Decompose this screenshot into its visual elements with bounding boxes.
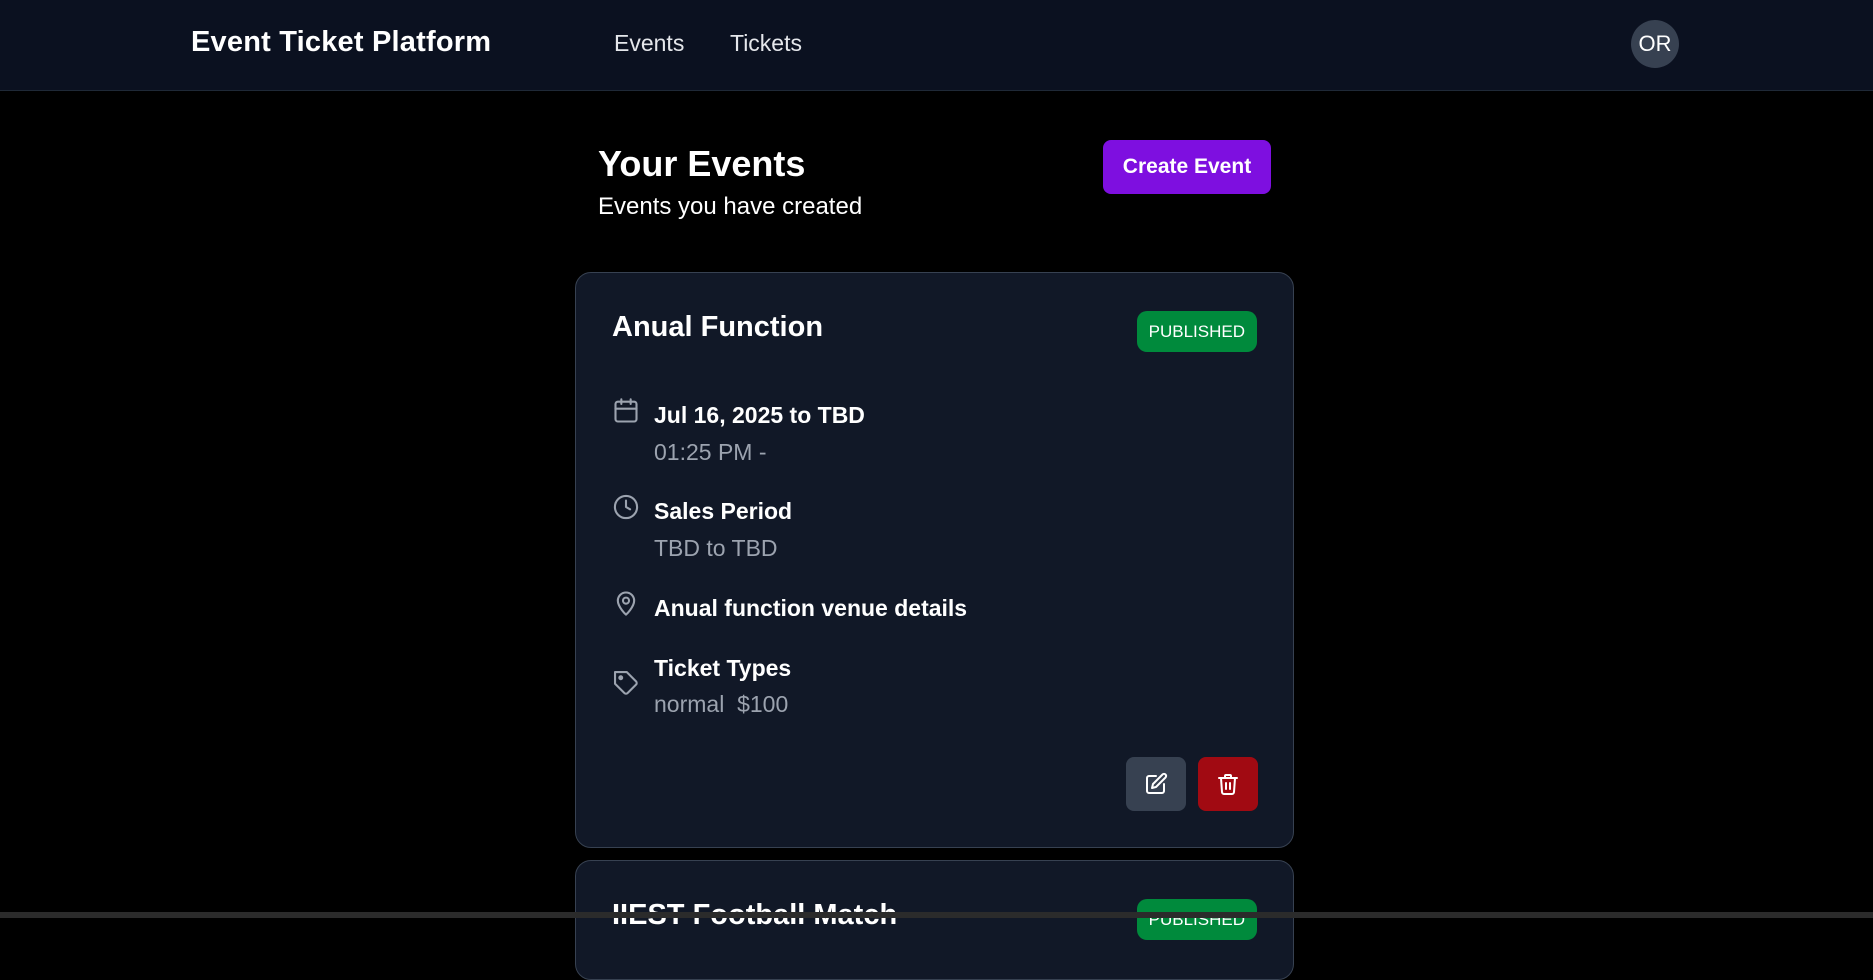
status-badge: PUBLISHED <box>1136 899 1257 940</box>
tag-icon <box>612 669 640 697</box>
page-title: Your Events <box>598 143 806 184</box>
delete-event-button[interactable] <box>1198 757 1258 811</box>
event-card: IIEST Football Match PUBLISHED <box>575 860 1294 980</box>
clock-icon <box>612 493 640 521</box>
ticket-type-price: normal $100 <box>654 691 789 717</box>
horizontal-scrollbar[interactable] <box>0 912 1873 918</box>
page-subtitle: Events you have created <box>598 193 863 220</box>
status-badge: PUBLISHED <box>1136 311 1257 352</box>
user-avatar[interactable]: OR <box>1631 20 1679 68</box>
ticket-types-label: Ticket Types <box>654 655 792 681</box>
map-pin-icon <box>612 589 640 617</box>
event-name: Anual Function <box>612 311 824 343</box>
edit-icon <box>1144 772 1168 796</box>
top-navbar: Event Ticket Platform Events Tickets OR <box>0 0 1873 91</box>
event-date-range: Jul 16, 2025 to TBD <box>654 402 865 428</box>
nav-tickets-link[interactable]: Tickets <box>730 30 802 57</box>
trash-icon <box>1216 772 1240 796</box>
sales-period-label: Sales Period <box>654 498 793 524</box>
nav-events-link[interactable]: Events <box>614 30 684 57</box>
event-time-range: 01:25 PM - <box>654 439 767 465</box>
sales-period-value: TBD to TBD <box>654 535 778 561</box>
edit-event-button[interactable] <box>1126 757 1186 811</box>
calendar-icon <box>612 397 640 425</box>
create-event-button[interactable]: Create Event <box>1103 140 1271 194</box>
event-card: Anual Function PUBLISHED Jul 16, 2025 to… <box>575 272 1294 848</box>
brand-title[interactable]: Event Ticket Platform <box>191 26 491 59</box>
event-venue: Anual function venue details <box>654 595 968 621</box>
